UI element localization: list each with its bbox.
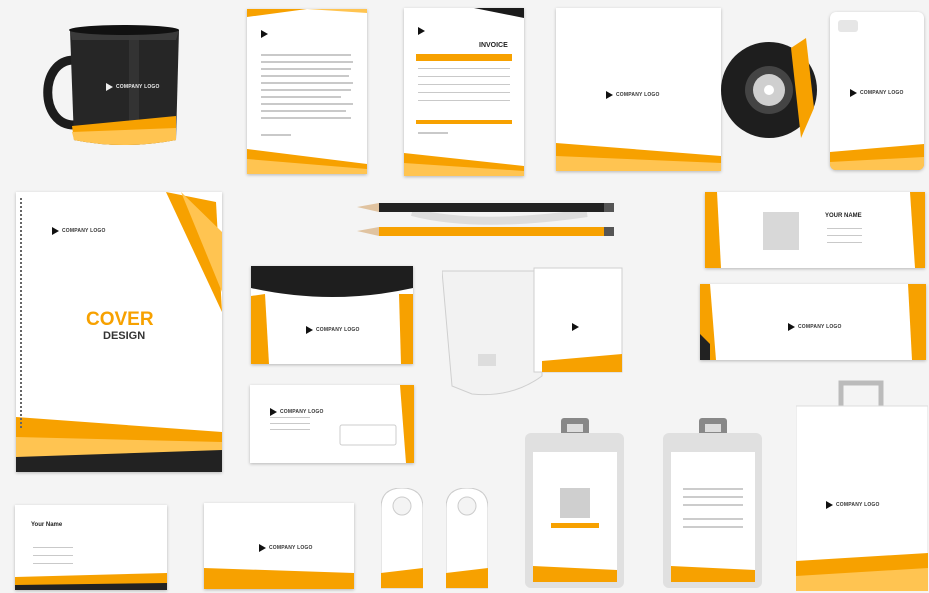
play-logo-icon xyxy=(418,26,425,35)
logo-text: COMPANY LOGO xyxy=(798,323,842,330)
play-logo-icon xyxy=(259,543,266,552)
cd-package: COMPANY LOGO xyxy=(556,8,821,178)
pencils xyxy=(357,197,619,241)
window-envelope: COMPANY LOGO xyxy=(250,385,414,463)
play-logo-icon xyxy=(52,226,59,235)
mug-logo: COMPANY LOGO xyxy=(106,78,160,96)
logo-text: COMPANY LOGO xyxy=(280,408,324,415)
play-logo-icon xyxy=(826,500,833,509)
mug: COMPANY LOGO xyxy=(34,20,184,150)
cover-title: COVER xyxy=(86,309,154,330)
invoice: INVOICE xyxy=(404,8,524,176)
card-back-logo: COMPANY LOGO xyxy=(788,318,842,336)
shopping-bag: COMPANY LOGO xyxy=(796,378,928,591)
business-card-right: YOUR NAME xyxy=(705,192,925,268)
door-hanger-1 xyxy=(381,488,423,591)
cover-notebook: COMPANY LOGO COVER DESIGN xyxy=(16,192,222,472)
play-logo-icon xyxy=(606,90,613,99)
letterhead-logo xyxy=(261,25,271,43)
card-name: YOUR NAME xyxy=(825,213,862,219)
play-logo-icon xyxy=(106,82,113,91)
small-card-name: Your Name xyxy=(31,522,63,528)
logo-text: COMPANY LOGO xyxy=(116,83,160,90)
logo-text: COMPANY LOGO xyxy=(860,89,904,96)
logo-text: COMPANY LOGO xyxy=(316,326,360,333)
play-logo-icon xyxy=(788,322,795,331)
id-badge-back xyxy=(661,418,764,590)
envelope-logo: COMPANY LOGO xyxy=(306,321,360,339)
play-logo-icon xyxy=(850,88,857,97)
logo-text: COMPANY LOGO xyxy=(62,227,106,234)
cover-logo: COMPANY LOGO xyxy=(52,222,106,240)
play-logo-icon xyxy=(261,29,268,38)
compliment-slip: COMPANY LOGO xyxy=(204,503,354,589)
spiral-binding xyxy=(20,198,26,428)
door-hanger-2 xyxy=(446,488,488,591)
bag-logo: COMPANY LOGO xyxy=(826,496,880,514)
play-logo-icon xyxy=(306,325,313,334)
play-logo-icon xyxy=(572,322,579,331)
business-card-small: Your Name xyxy=(15,505,167,590)
letterhead xyxy=(247,9,367,174)
logo-text: COMPANY LOGO xyxy=(616,91,660,98)
play-logo-icon xyxy=(270,407,277,416)
phone-logo: COMPANY LOGO xyxy=(850,84,904,102)
logo-text: COMPANY LOGO xyxy=(269,544,313,551)
envelope: COMPANY LOGO xyxy=(251,266,413,364)
logo-text: COMPANY LOGO xyxy=(836,501,880,508)
presentation-folder xyxy=(442,266,624,398)
cd-logo: COMPANY LOGO xyxy=(606,86,660,104)
cd-sleeve: COMPANY LOGO xyxy=(556,8,721,171)
invoice-title: INVOICE xyxy=(479,42,508,49)
id-badge-front xyxy=(523,418,626,590)
cover-subtitle: DESIGN xyxy=(103,330,146,342)
business-card-back: COMPANY LOGO xyxy=(700,284,926,360)
phone-case: COMPANY LOGO xyxy=(830,12,924,170)
